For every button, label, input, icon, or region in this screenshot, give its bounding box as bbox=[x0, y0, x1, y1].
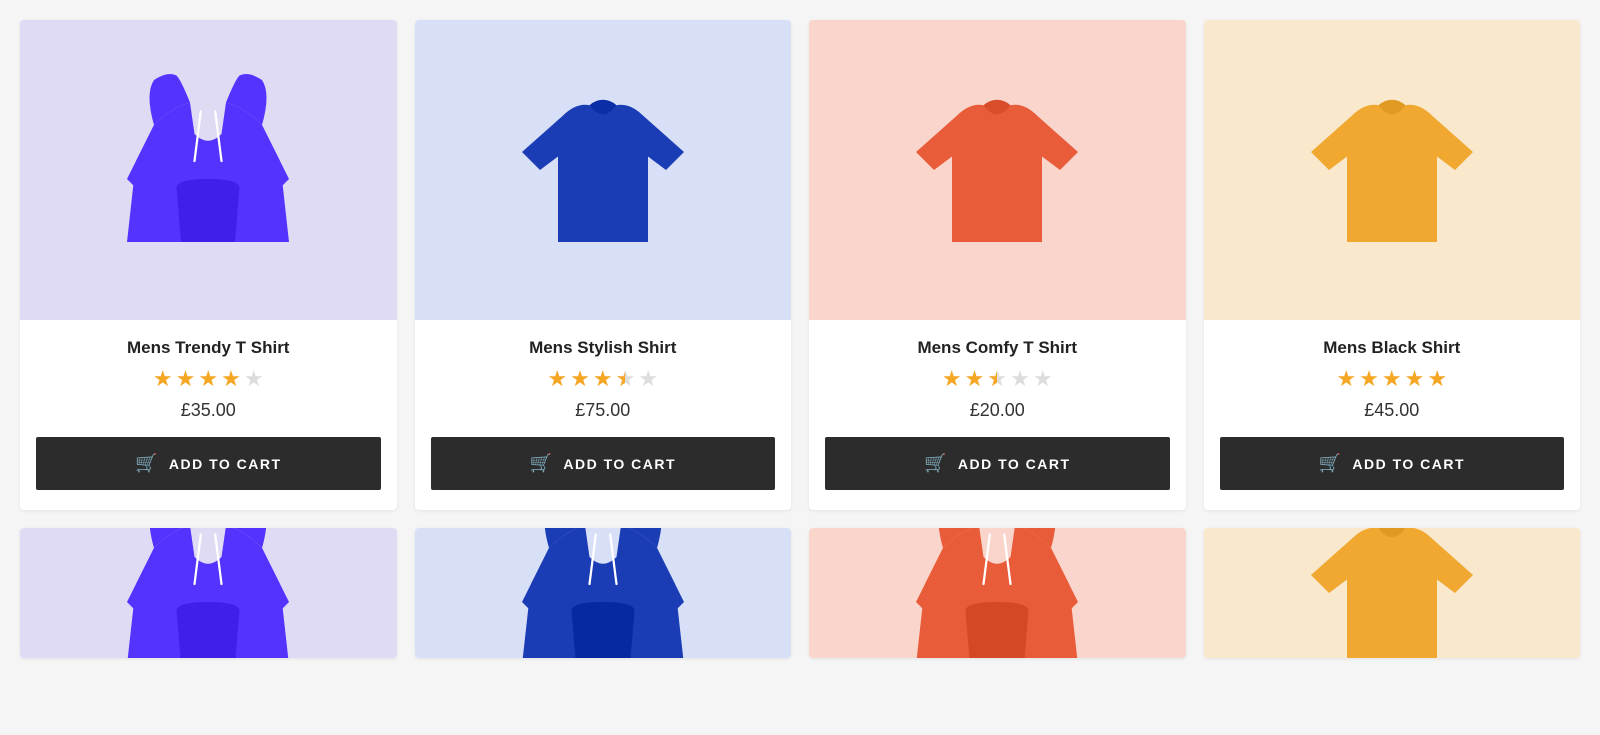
star-empty: ★ bbox=[1033, 366, 1053, 392]
product-card-row2-comfy-tshirt-2 bbox=[809, 528, 1186, 658]
product-card-row2-trendy-tshirt-2 bbox=[20, 528, 397, 658]
product-grid: Mens Trendy T Shirt ★★★★★ £35.00 🛒 ADD T… bbox=[20, 20, 1580, 510]
star-half: ★ ★ bbox=[987, 366, 1007, 392]
product-image-partial-black-shirt-2 bbox=[1204, 528, 1581, 658]
star-empty: ★ bbox=[244, 366, 264, 392]
cart-icon-stylish-shirt: 🛒 bbox=[529, 453, 553, 474]
product-info-trendy-tshirt: Mens Trendy T Shirt ★★★★★ £35.00 🛒 ADD T… bbox=[20, 320, 397, 510]
product-image-comfy-tshirt bbox=[809, 20, 1186, 320]
add-to-cart-label-trendy-tshirt: ADD TO CART bbox=[169, 456, 282, 472]
product-name-stylish-shirt: Mens Stylish Shirt bbox=[431, 338, 776, 358]
star-full: ★ bbox=[1359, 366, 1379, 392]
star-empty: ★ bbox=[638, 366, 658, 392]
product-price-stylish-shirt: £75.00 bbox=[431, 400, 776, 421]
star-full: ★ bbox=[153, 366, 173, 392]
star-full: ★ bbox=[1427, 366, 1447, 392]
product-card-row2-black-shirt-2 bbox=[1204, 528, 1581, 658]
product-card-trendy-tshirt: Mens Trendy T Shirt ★★★★★ £35.00 🛒 ADD T… bbox=[20, 20, 397, 510]
star-full: ★ bbox=[221, 366, 241, 392]
star-full: ★ bbox=[547, 366, 567, 392]
product-grid-row2 bbox=[20, 528, 1580, 658]
add-to-cart-label-stylish-shirt: ADD TO CART bbox=[563, 456, 676, 472]
add-to-cart-button-stylish-shirt[interactable]: 🛒 ADD TO CART bbox=[431, 437, 776, 490]
star-full: ★ bbox=[1405, 366, 1425, 392]
star-full: ★ bbox=[198, 366, 218, 392]
product-info-black-shirt: Mens Black Shirt ★★★★★ £45.00 🛒 ADD TO C… bbox=[1204, 320, 1581, 510]
product-image-partial-stylish-shirt-2 bbox=[415, 528, 792, 658]
add-to-cart-button-trendy-tshirt[interactable]: 🛒 ADD TO CART bbox=[36, 437, 381, 490]
product-stars-stylish-shirt: ★★★ ★ ★ ★ bbox=[431, 366, 776, 392]
cart-icon-trendy-tshirt: 🛒 bbox=[135, 453, 159, 474]
product-card-row2-stylish-shirt-2 bbox=[415, 528, 792, 658]
add-to-cart-label-black-shirt: ADD TO CART bbox=[1352, 456, 1465, 472]
product-stars-trendy-tshirt: ★★★★★ bbox=[36, 366, 381, 392]
product-name-black-shirt: Mens Black Shirt bbox=[1220, 338, 1565, 358]
product-card-comfy-tshirt: Mens Comfy T Shirt ★★ ★ ★ ★★ £20.00 🛒 AD… bbox=[809, 20, 1186, 510]
product-name-trendy-tshirt: Mens Trendy T Shirt bbox=[36, 338, 381, 358]
product-card-stylish-shirt: Mens Stylish Shirt ★★★ ★ ★ ★ £75.00 🛒 AD… bbox=[415, 20, 792, 510]
product-name-comfy-tshirt: Mens Comfy T Shirt bbox=[825, 338, 1170, 358]
product-image-black-shirt bbox=[1204, 20, 1581, 320]
product-info-stylish-shirt: Mens Stylish Shirt ★★★ ★ ★ ★ £75.00 🛒 AD… bbox=[415, 320, 792, 510]
star-full: ★ bbox=[1336, 366, 1356, 392]
product-image-partial-trendy-tshirt-2 bbox=[20, 528, 397, 658]
star-full: ★ bbox=[176, 366, 196, 392]
add-to-cart-label-comfy-tshirt: ADD TO CART bbox=[958, 456, 1071, 472]
product-image-stylish-shirt bbox=[415, 20, 792, 320]
product-price-trendy-tshirt: £35.00 bbox=[36, 400, 381, 421]
add-to-cart-button-black-shirt[interactable]: 🛒 ADD TO CART bbox=[1220, 437, 1565, 490]
star-full: ★ bbox=[942, 366, 962, 392]
star-full: ★ bbox=[593, 366, 613, 392]
cart-icon-black-shirt: 🛒 bbox=[1318, 453, 1342, 474]
product-stars-black-shirt: ★★★★★ bbox=[1220, 366, 1565, 392]
product-stars-comfy-tshirt: ★★ ★ ★ ★★ bbox=[825, 366, 1170, 392]
star-half: ★ ★ bbox=[616, 366, 636, 392]
product-card-black-shirt: Mens Black Shirt ★★★★★ £45.00 🛒 ADD TO C… bbox=[1204, 20, 1581, 510]
star-full: ★ bbox=[570, 366, 590, 392]
star-full: ★ bbox=[965, 366, 985, 392]
star-empty: ★ bbox=[1010, 366, 1030, 392]
product-price-comfy-tshirt: £20.00 bbox=[825, 400, 1170, 421]
product-image-partial-comfy-tshirt-2 bbox=[809, 528, 1186, 658]
cart-icon-comfy-tshirt: 🛒 bbox=[924, 453, 948, 474]
star-full: ★ bbox=[1382, 366, 1402, 392]
product-image-trendy-tshirt bbox=[20, 20, 397, 320]
product-price-black-shirt: £45.00 bbox=[1220, 400, 1565, 421]
add-to-cart-button-comfy-tshirt[interactable]: 🛒 ADD TO CART bbox=[825, 437, 1170, 490]
product-info-comfy-tshirt: Mens Comfy T Shirt ★★ ★ ★ ★★ £20.00 🛒 AD… bbox=[809, 320, 1186, 510]
